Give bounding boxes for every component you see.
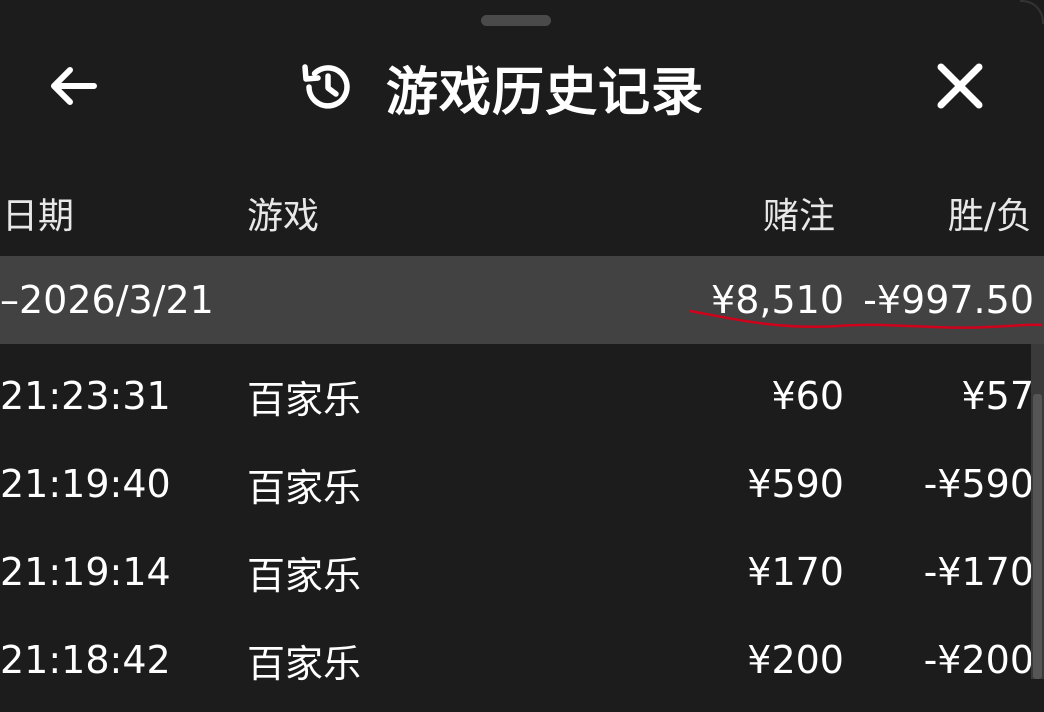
close-icon xyxy=(935,61,985,115)
row-time: 21:18:42 xyxy=(0,638,171,682)
table-row[interactable]: 21:23:31 百家乐 ¥60 ¥57 xyxy=(0,344,1034,432)
summary-bet-total: ¥8,510 xyxy=(711,278,844,322)
column-header-game: 游戏 xyxy=(247,196,320,237)
title-area: 游戏历史记录 xyxy=(298,52,705,123)
history-clock-icon xyxy=(298,58,356,116)
summary-result-total: -¥997.50 xyxy=(863,278,1034,322)
back-button[interactable] xyxy=(40,60,104,116)
history-list: 21:23:31 百家乐 ¥60 ¥57 21:19:40 百家乐 ¥590 -… xyxy=(0,344,1034,696)
row-game: 百家乐 xyxy=(247,641,362,686)
summary-date: –2026/3/21 xyxy=(0,278,214,322)
column-header-result: 胜/负 xyxy=(947,196,1032,237)
column-header-date: 日期 xyxy=(2,196,75,237)
scrollbar-thumb[interactable] xyxy=(1033,394,1042,679)
close-button[interactable] xyxy=(928,56,992,120)
scrollbar[interactable] xyxy=(1031,344,1044,679)
table-row[interactable]: 21:19:40 百家乐 ¥590 -¥590 xyxy=(0,432,1034,520)
page-title: 游戏历史记录 xyxy=(386,62,705,123)
drag-handle[interactable] xyxy=(481,15,551,26)
table-row[interactable]: 21:19:14 百家乐 ¥170 -¥170 xyxy=(0,520,1034,608)
arrow-left-icon xyxy=(46,64,98,112)
row-bet: ¥200 xyxy=(747,638,844,682)
column-header-bet: 赌注 xyxy=(762,196,835,237)
table-row[interactable]: 21:18:42 百家乐 ¥200 -¥200 xyxy=(0,608,1034,696)
date-summary-row[interactable]: –2026/3/21 ¥8,510 -¥997.50 xyxy=(0,256,1044,344)
window-corner xyxy=(1020,0,1044,24)
row-result: -¥200 xyxy=(923,638,1034,682)
